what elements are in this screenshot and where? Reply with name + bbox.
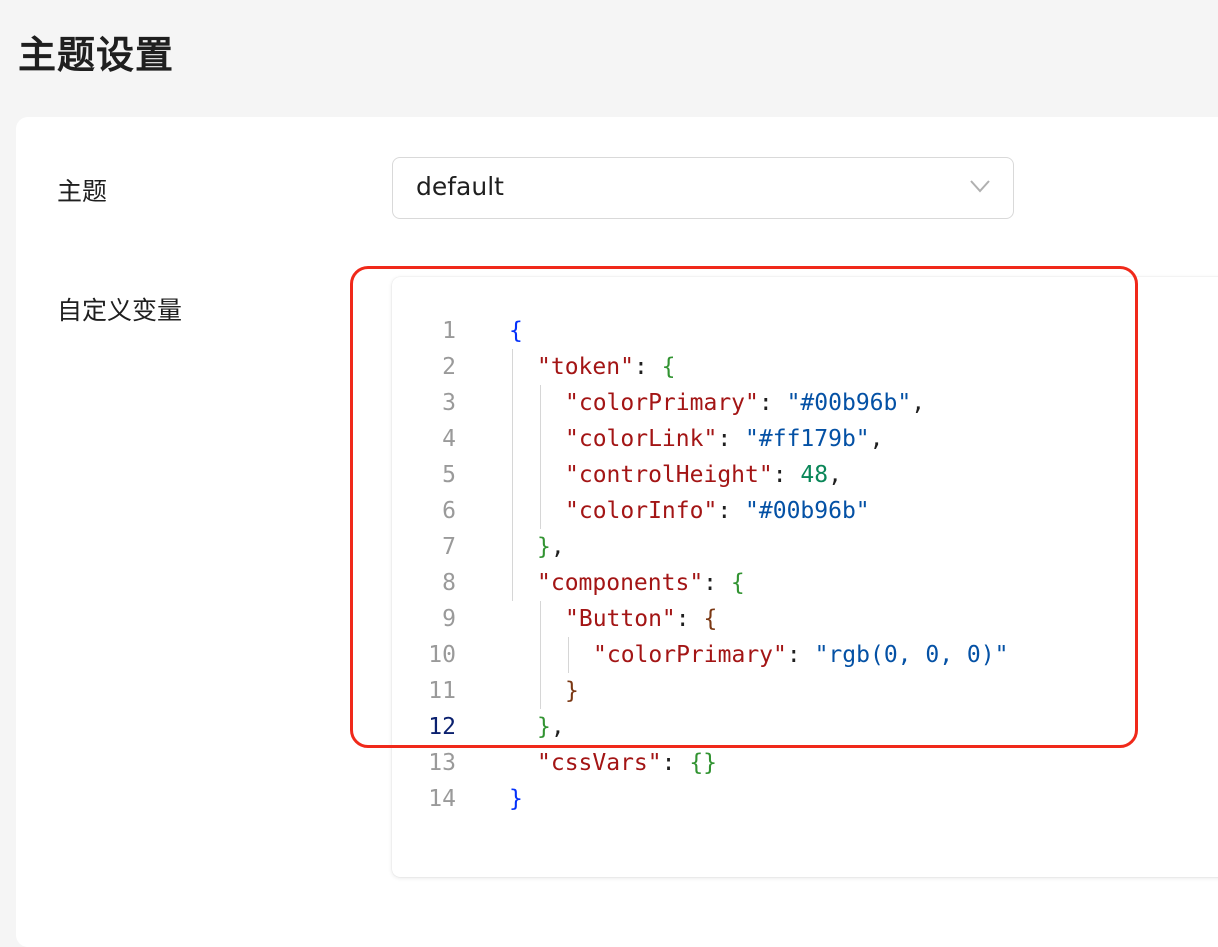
line-number: 14: [428, 786, 456, 812]
code-token: "rgb(0, 0, 0)": [814, 642, 1009, 668]
code-text: "token": {: [537, 349, 676, 385]
theme-label: 主题: [57, 177, 108, 206]
code-text: "colorPrimary": "rgb(0, 0, 0)": [593, 637, 1008, 673]
code-token: :: [786, 642, 815, 668]
line-number: 13: [428, 750, 456, 776]
line-number: 1: [442, 318, 456, 344]
code-token: :: [717, 498, 746, 524]
code-token: :: [758, 390, 787, 416]
code-token: "Button": [565, 606, 676, 632]
code-text: "colorInfo": "#00b96b": [565, 493, 870, 529]
indent-guide: [568, 637, 569, 673]
code-token: "colorPrimary": [565, 390, 759, 416]
line-number: 10: [428, 642, 456, 668]
code-token: :: [717, 426, 746, 452]
code-text: {: [509, 313, 523, 349]
code-text: }: [565, 673, 579, 709]
code-text: },: [537, 709, 565, 745]
code-text: "colorLink": "#ff179b",: [565, 421, 884, 457]
line-number: 8: [442, 570, 456, 596]
code-token: "colorPrimary": [593, 642, 787, 668]
json-code-editor[interactable]: 1{2 "token": {3 "colorPrimary": "#00b96b",…: [392, 277, 1218, 877]
custom-vars-label: 自定义变量: [57, 296, 183, 325]
code-token: 48: [800, 462, 829, 488]
code-token: ,: [911, 390, 926, 416]
code-text: "Button": {: [565, 601, 717, 637]
code-token: {: [730, 570, 745, 596]
page-title: 主题设置: [18, 33, 175, 77]
code-text: "controlHeight": 48,: [565, 457, 842, 493]
line-number: 11: [428, 678, 456, 704]
code-token: }: [537, 714, 551, 740]
code-token: "components": [537, 570, 704, 596]
code-text: "components": {: [537, 565, 745, 601]
line-number: 2: [442, 354, 456, 380]
code-text: }: [509, 781, 523, 817]
code-token: :: [703, 570, 731, 596]
line-number: 9: [442, 606, 456, 632]
code-token: "#ff179b": [745, 426, 870, 452]
code-token: {: [703, 606, 718, 632]
code-token: :: [633, 354, 662, 380]
code-text: "cssVars": {}: [537, 745, 717, 781]
code-token: ,: [550, 714, 565, 740]
code-token: "token": [537, 354, 634, 380]
line-number: 12: [428, 714, 456, 740]
code-token: }: [565, 678, 579, 704]
code-token: :: [772, 462, 801, 488]
line-number: 5: [442, 462, 456, 488]
code-token: ,: [869, 426, 884, 452]
code-token: ,: [550, 534, 565, 560]
code-token: ,: [828, 462, 842, 488]
chevron-down-icon: [970, 180, 990, 193]
line-number: 6: [442, 498, 456, 524]
line-number: 3: [442, 390, 456, 416]
code-token: }: [509, 786, 523, 812]
theme-select-value: default: [416, 172, 504, 201]
code-token: "#00b96b": [786, 390, 912, 416]
code-token: }: [537, 534, 551, 560]
code-token: "#00b96b": [745, 498, 870, 524]
code-token: "cssVars": [537, 750, 662, 776]
code-token: "colorLink": [565, 426, 718, 452]
code-token: "colorInfo": [565, 498, 718, 524]
indent-guide: [540, 601, 541, 709]
indent-guide: [540, 385, 541, 529]
code-token: :: [675, 606, 704, 632]
code-token: {: [661, 354, 676, 380]
line-number: 7: [442, 534, 456, 560]
code-token: :: [661, 750, 690, 776]
code-token: "controlHeight": [565, 462, 773, 488]
indent-guide: [512, 349, 513, 601]
code-token: {}: [689, 750, 718, 776]
line-number: 4: [442, 426, 456, 452]
code-text: "colorPrimary": "#00b96b",: [565, 385, 925, 421]
code-text: },: [537, 529, 565, 565]
code-token: {: [509, 318, 523, 344]
theme-select[interactable]: default: [392, 157, 1014, 219]
